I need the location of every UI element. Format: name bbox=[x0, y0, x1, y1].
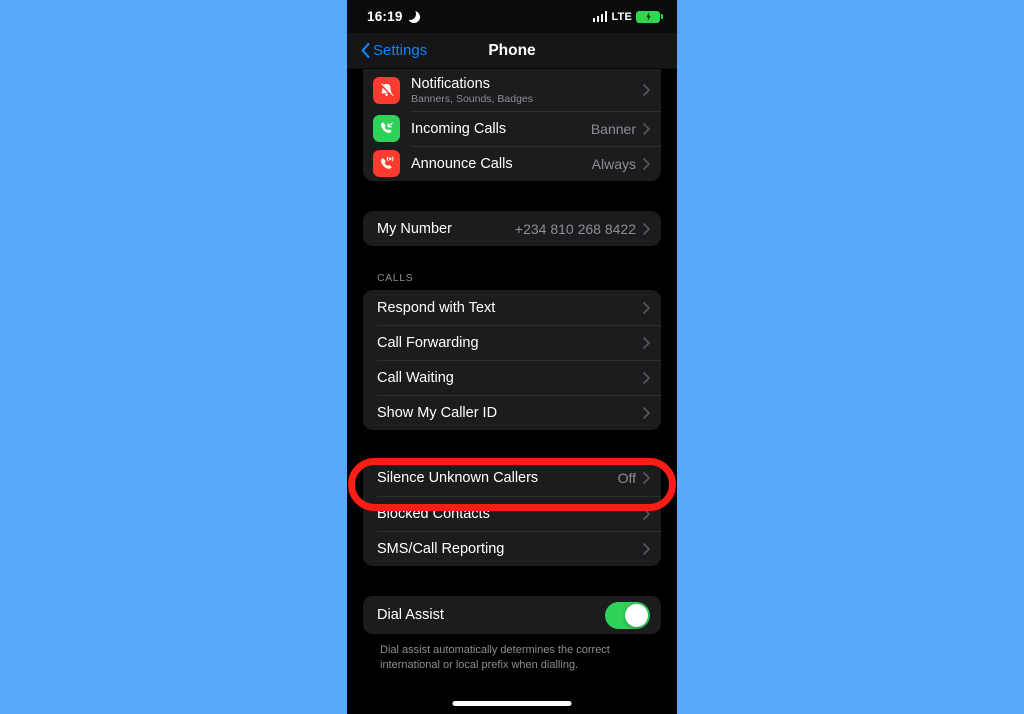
chevron-right-icon bbox=[643, 301, 650, 314]
notifications-text-stack: Notifications Banners, Sounds, Badges bbox=[411, 76, 643, 105]
dial-assist-footer-note: Dial assist automatically determines the… bbox=[380, 644, 610, 671]
row-notifications[interactable]: Notifications Banners, Sounds, Badges bbox=[363, 69, 661, 111]
row-value-my-number: +234 810 268 8422 bbox=[514, 220, 636, 237]
charging-bolt-icon bbox=[645, 12, 651, 21]
navigation-bar: Settings Phone bbox=[347, 33, 677, 69]
chevron-right-icon bbox=[643, 507, 650, 520]
notifications-group: Notifications Banners, Sounds, Badges In… bbox=[363, 69, 661, 181]
row-label-sms-call-reporting: SMS/Call Reporting bbox=[377, 540, 505, 557]
toggle-knob bbox=[625, 603, 648, 627]
cellular-bars-icon bbox=[592, 11, 608, 22]
bell-slash-icon bbox=[373, 76, 400, 104]
chevron-right-icon bbox=[643, 84, 650, 96]
dial-assist-group: Dial Assist bbox=[363, 596, 661, 634]
my-number-group: My Number +234 810 268 8422 bbox=[363, 211, 661, 246]
row-label-respond-with-text: Respond with Text bbox=[377, 299, 496, 316]
row-dial-assist[interactable]: Dial Assist bbox=[363, 596, 661, 634]
row-my-number[interactable]: My Number +234 810 268 8422 bbox=[363, 211, 661, 246]
row-label-announce-calls: Announce Calls bbox=[411, 155, 513, 172]
row-call-waiting[interactable]: Call Waiting bbox=[363, 360, 661, 395]
bell-glyph bbox=[380, 82, 394, 97]
row-announce-calls[interactable]: Announce Calls Always bbox=[363, 146, 661, 181]
row-incoming-calls[interactable]: Incoming Calls Banner bbox=[363, 111, 661, 146]
home-indicator-bar bbox=[452, 701, 572, 706]
row-label-my-number: My Number bbox=[377, 220, 452, 237]
phone-waves-glyph bbox=[380, 156, 394, 169]
chevron-right-icon bbox=[643, 157, 650, 170]
row-label-blocked-contacts: Blocked Contacts bbox=[377, 505, 490, 522]
row-label-incoming-calls: Incoming Calls bbox=[411, 120, 507, 137]
crescent-moon-icon bbox=[404, 8, 420, 23]
back-button-label: Settings bbox=[373, 42, 428, 59]
row-show-my-caller-id[interactable]: Show My Caller ID bbox=[363, 395, 661, 430]
incoming-call-icon bbox=[373, 115, 400, 142]
row-label-show-my-caller-id: Show My Caller ID bbox=[377, 404, 498, 421]
row-label-dial-assist: Dial Assist bbox=[377, 607, 444, 623]
row-respond-with-text[interactable]: Respond with Text bbox=[363, 290, 661, 325]
chevron-right-icon bbox=[643, 122, 650, 135]
row-label-silence-unknown-callers: Silence Unknown Callers bbox=[377, 470, 539, 486]
row-silence-unknown-callers[interactable]: Silence Unknown Callers Off bbox=[363, 460, 661, 496]
phone-screen: 16:19 LTE Settings Phone Notifications B… bbox=[347, 0, 677, 714]
status-bar-right: LTE bbox=[592, 10, 663, 23]
announce-call-icon bbox=[373, 150, 400, 177]
row-blocked-contacts[interactable]: Blocked Contacts bbox=[363, 496, 661, 531]
phone-arrow-glyph bbox=[380, 122, 393, 134]
calls-group: Respond with Text Call Forwarding Call W… bbox=[363, 290, 661, 430]
chevron-left-icon bbox=[361, 43, 370, 58]
row-value-silence-unknown-callers: Off bbox=[617, 470, 636, 486]
row-value-incoming-calls: Banner bbox=[590, 120, 636, 137]
chevron-right-icon bbox=[643, 371, 650, 384]
network-label: LTE bbox=[611, 10, 632, 23]
status-bar: 16:19 LTE bbox=[347, 0, 677, 33]
row-sublabel-notifications: Banners, Sounds, Badges bbox=[411, 92, 534, 105]
chevron-right-icon bbox=[643, 542, 650, 555]
status-bar-time: 16:19 bbox=[367, 9, 403, 24]
chevron-right-icon bbox=[643, 406, 650, 419]
row-label-call-forwarding: Call Forwarding bbox=[377, 334, 479, 351]
row-call-forwarding[interactable]: Call Forwarding bbox=[363, 325, 661, 360]
chevron-right-icon bbox=[643, 472, 650, 484]
back-to-settings-button[interactable]: Settings bbox=[361, 42, 427, 59]
row-value-announce-calls: Always bbox=[591, 155, 636, 172]
dial-assist-toggle[interactable] bbox=[605, 601, 650, 629]
chevron-right-icon bbox=[643, 222, 650, 235]
status-bar-left: 16:19 bbox=[367, 8, 420, 24]
chevron-right-icon bbox=[643, 336, 650, 349]
section-header-calls: CALLS bbox=[377, 272, 414, 284]
row-label-notifications: Notifications bbox=[411, 75, 490, 92]
row-sms-call-reporting[interactable]: SMS/Call Reporting bbox=[363, 531, 661, 566]
call-blocking-group: Silence Unknown Callers Off Blocked Cont… bbox=[363, 460, 661, 566]
row-label-call-waiting: Call Waiting bbox=[377, 369, 454, 386]
battery-charging-icon bbox=[636, 10, 663, 23]
settings-list: Notifications Banners, Sounds, Badges In… bbox=[347, 69, 677, 714]
